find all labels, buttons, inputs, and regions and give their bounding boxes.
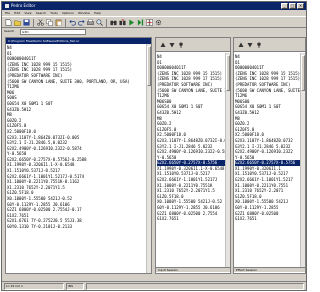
toolbar-separator xyxy=(33,19,34,27)
title-bar[interactable]: Pedro Editor _ □ × xyxy=(2,2,306,10)
new-file-icon[interactable] xyxy=(5,19,12,26)
toolbar-separator xyxy=(106,19,107,27)
right-editor-pane: N4 O1 O0000004011T (ZENS INC 1028 999 15 15… xyxy=(233,37,306,274)
save-icon[interactable] xyxy=(23,19,30,26)
zoom-icon[interactable] xyxy=(96,19,103,26)
right-pane-toolbar xyxy=(234,38,305,52)
code-line[interactable]: G2X3.1107Y-1.8648Z0.0732 xyxy=(235,138,300,144)
code-line[interactable]: (5600 SW CANYON LANE, SUITE 300, PORTLAN… xyxy=(7,79,130,85)
window-title: Pedro Editor xyxy=(11,3,36,8)
find-next-icon[interactable] xyxy=(119,19,126,26)
status-bar: Ln 19 Col 1 INS xyxy=(2,281,306,290)
left-pane-title[interactable]: C:\Program Files\Pedro Software\Editor\s… xyxy=(6,38,151,44)
search-input[interactable]: G3D xyxy=(20,29,86,35)
step-icon[interactable] xyxy=(137,19,144,26)
code-line[interactable]: (PREDATOR SOFTWARE INC) xyxy=(235,82,300,88)
middle-editor-pane: N4 O1 O0000004011T (ZENS INC 1028 999 15 15… xyxy=(155,37,231,274)
editor-window: Pedro Editor _ □ × File Edit View Search… xyxy=(1,1,307,291)
right-code-area[interactable]: N4 O1 O0000004011T (ZENS INC 1028 999 15 15… xyxy=(235,54,301,222)
left-editor-pane: C:\Program Files\Pedro Software\Editor\s… xyxy=(5,37,152,274)
copy-icon[interactable] xyxy=(46,19,53,26)
cursor-position: Ln 19 Col 1 xyxy=(4,283,64,290)
code-line[interactable]: G2X2.6661Y-1.1001Y1.5217 xyxy=(235,177,300,183)
status-message xyxy=(86,283,304,290)
open-folder-icon[interactable] xyxy=(14,19,21,26)
code-line[interactable]: G1X2.7651 xyxy=(157,216,230,222)
close-button[interactable]: × xyxy=(297,3,304,9)
middle-pane-status: Input Session xyxy=(156,267,230,272)
right-scroll-thumb[interactable] xyxy=(301,55,305,91)
code-line[interactable]: G2X3.1107Y-1.8648Z0.0732I-0.005 xyxy=(157,138,230,144)
code-line[interactable]: G0Y0.1310 7Y-0.2101J-0.2133 xyxy=(7,224,130,230)
edit-mode: INS xyxy=(66,283,84,290)
redo-icon[interactable] xyxy=(78,19,85,26)
pin-icon[interactable] xyxy=(256,42,262,48)
pin-icon[interactable] xyxy=(178,42,184,48)
toolbar-separator xyxy=(65,19,66,27)
search-label: Search xyxy=(4,29,15,33)
arrow-up-icon[interactable] xyxy=(160,42,166,48)
minimize-button[interactable]: _ xyxy=(281,3,288,9)
code-line[interactable]: G2X2.4900Y-0.1269I0.2322-0.5874 xyxy=(157,149,230,155)
compare-icon[interactable] xyxy=(146,19,153,26)
right-pane-status: Effect Session xyxy=(234,267,305,272)
middle-code-area[interactable]: N4 O1 O0000004011T (ZENS INC 1028 999 15 15… xyxy=(157,54,230,222)
left-scrollbar[interactable] xyxy=(146,44,151,273)
arrow-down-icon[interactable] xyxy=(169,42,175,48)
arrow-up-icon[interactable] xyxy=(238,42,244,48)
undo-icon[interactable] xyxy=(69,19,76,26)
middle-scroll-thumb[interactable] xyxy=(226,55,230,91)
middle-pane-toolbar xyxy=(156,38,230,52)
maximize-button[interactable]: □ xyxy=(289,3,296,9)
toolbar xyxy=(2,16,306,28)
search-bar: Search G3D xyxy=(2,28,306,36)
cut-icon[interactable] xyxy=(37,19,44,26)
right-scrollbar[interactable] xyxy=(300,53,305,267)
middle-scrollbar[interactable] xyxy=(225,53,230,267)
find-icon[interactable] xyxy=(110,19,117,26)
paste-icon[interactable] xyxy=(55,19,62,26)
code-line[interactable]: G2X2.4900Y-0.1269I0.2322 xyxy=(235,149,300,155)
run-icon[interactable] xyxy=(128,19,135,26)
app-icon xyxy=(4,3,10,9)
arrow-down-icon[interactable] xyxy=(247,42,253,48)
left-code-area[interactable]: N4 O1 O0000004011T (ZENS INC 1028 999 15 15… xyxy=(7,45,130,230)
settings-icon[interactable] xyxy=(155,19,162,26)
code-line[interactable]: G1X2.7651 xyxy=(235,216,300,222)
print-icon[interactable] xyxy=(87,19,94,26)
code-line[interactable]: G0Y-0.1129Y-1.2855 J0.6106 xyxy=(157,205,230,211)
left-scroll-thumb[interactable] xyxy=(147,46,151,86)
